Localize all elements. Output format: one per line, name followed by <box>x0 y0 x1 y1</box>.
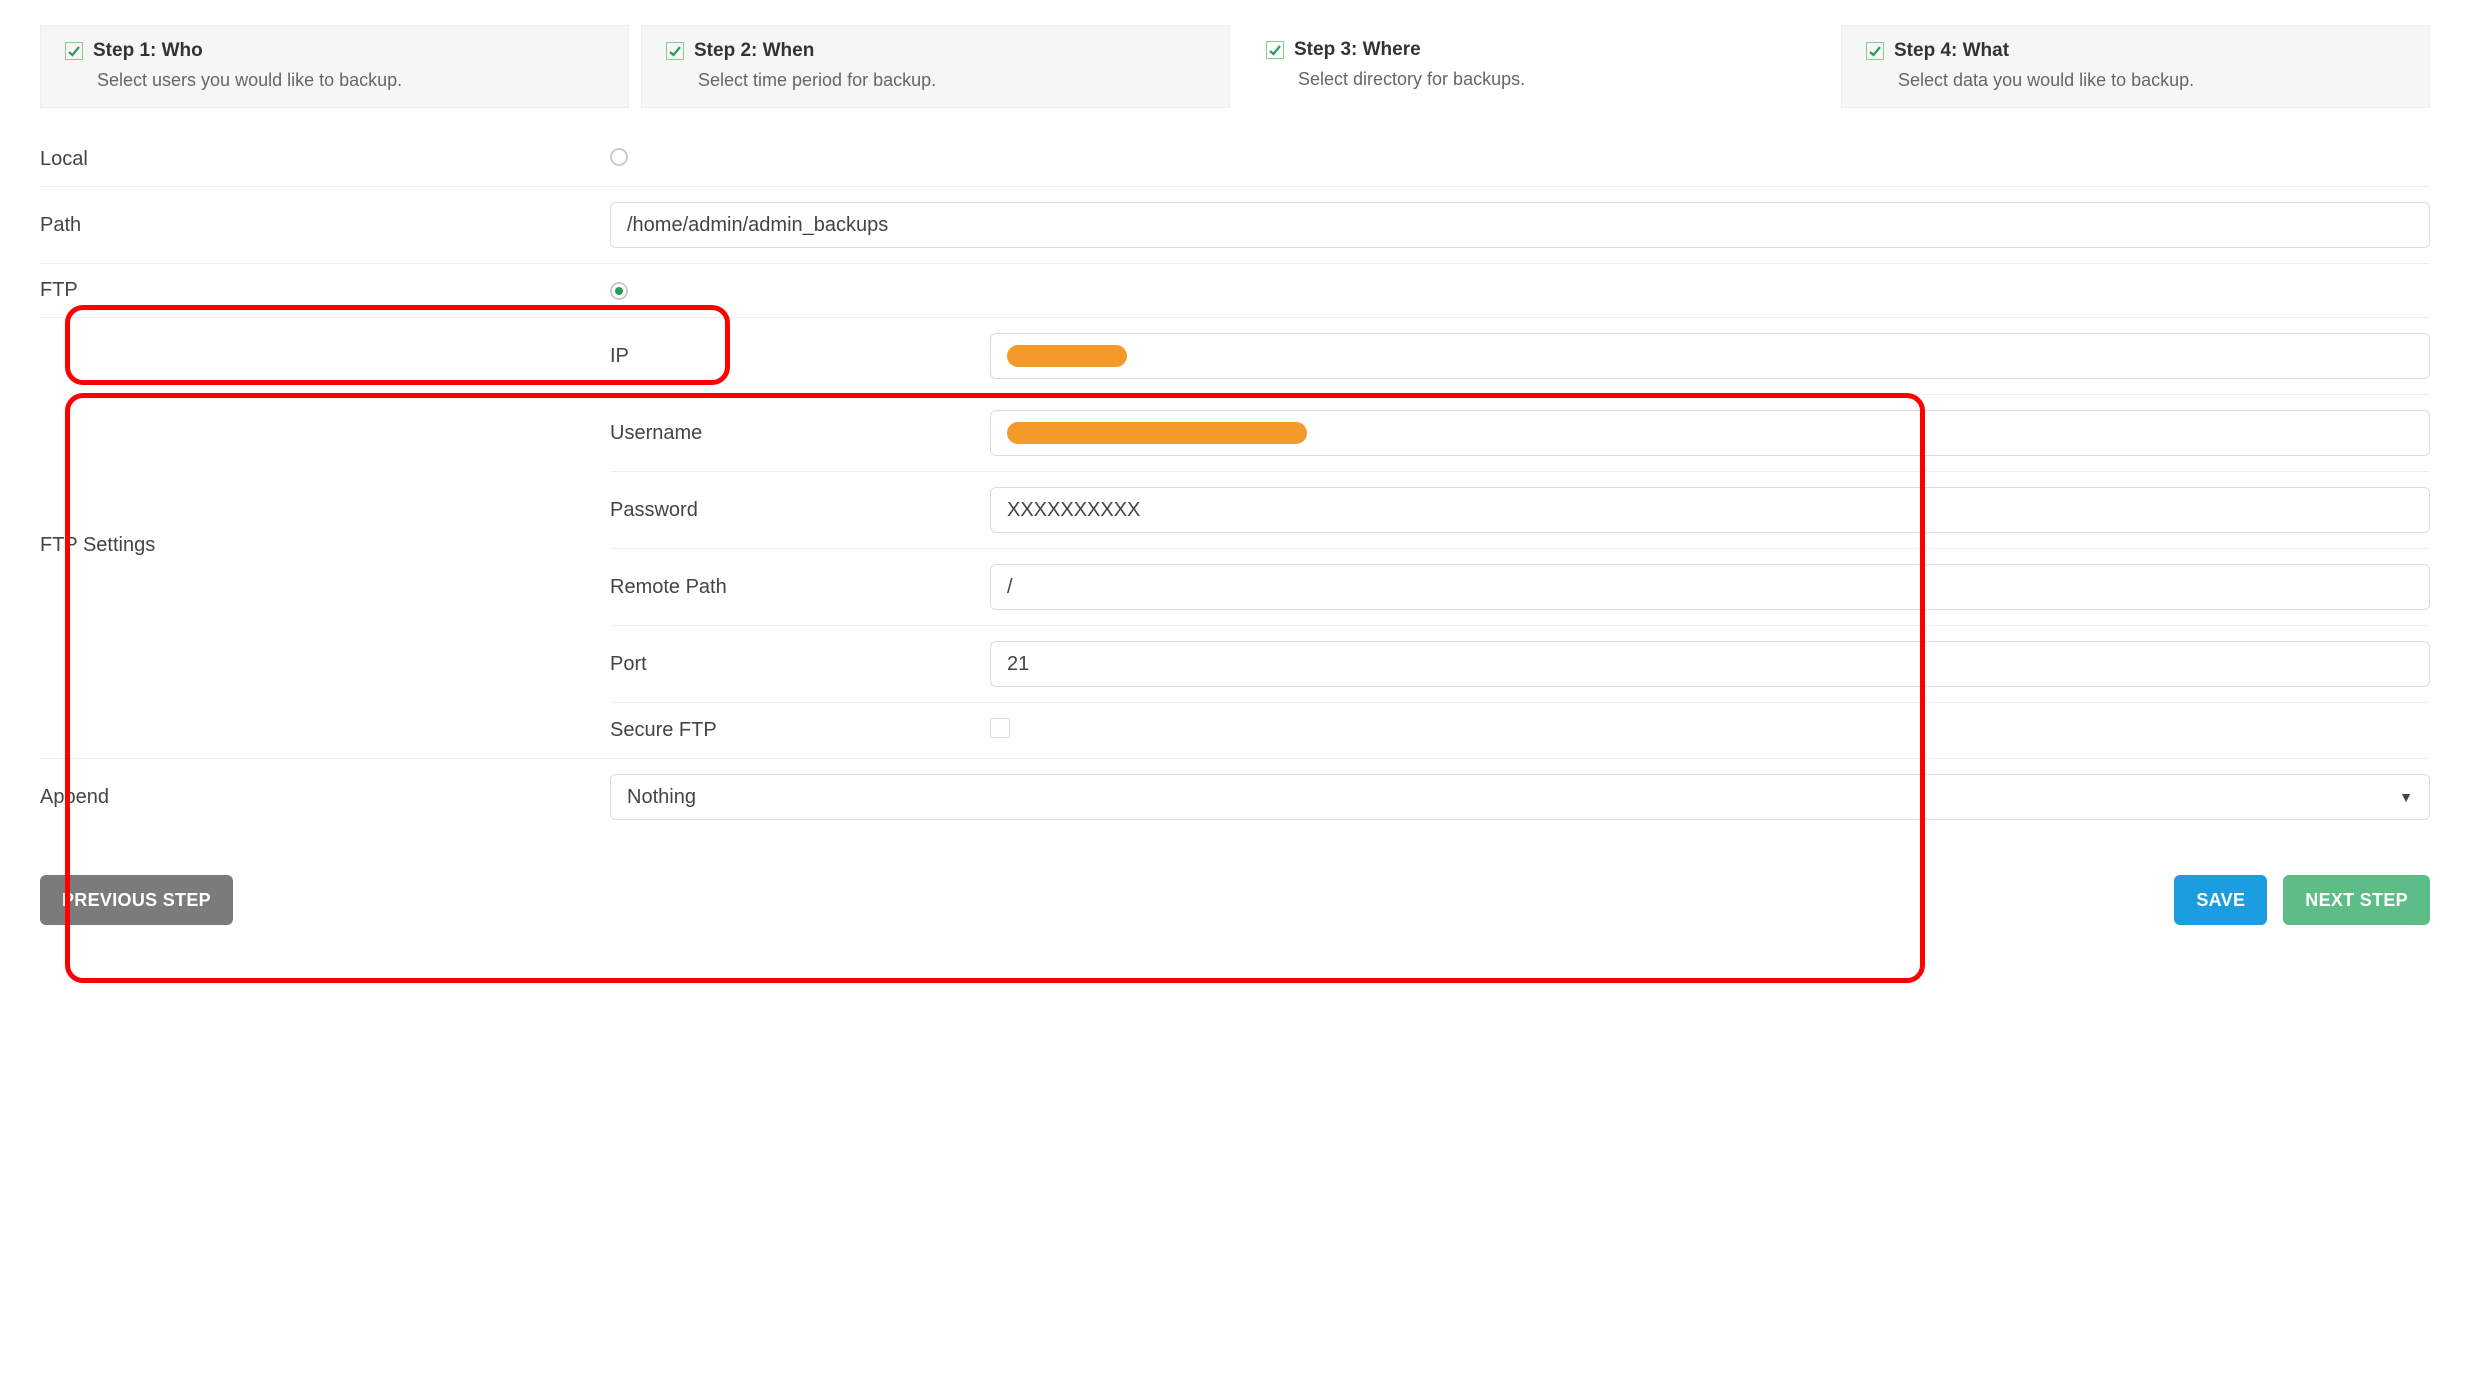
local-radio[interactable] <box>610 148 628 166</box>
chevron-down-icon: ▼ <box>2399 789 2413 805</box>
append-label: Append <box>40 786 610 809</box>
step-title: Step 3: Where <box>1294 39 1421 61</box>
step-subtitle: Select users you would like to backup. <box>97 70 604 91</box>
remote-path-input[interactable] <box>990 564 2430 610</box>
previous-step-button[interactable]: PREVIOUS STEP <box>40 875 233 925</box>
wizard-buttons: PREVIOUS STEP SAVE NEXT STEP <box>40 875 2430 925</box>
remote-path-label: Remote Path <box>610 576 990 599</box>
ftp-label: FTP <box>40 279 610 302</box>
check-icon <box>1866 42 1884 60</box>
password-input[interactable] <box>990 487 2430 533</box>
step-title: Step 1: Who <box>93 40 203 62</box>
ftp-radio[interactable] <box>610 282 628 300</box>
step-tab-who[interactable]: Step 1: Who Select users you would like … <box>40 25 629 108</box>
step-subtitle: Select data you would like to backup. <box>1898 70 2405 91</box>
append-select[interactable]: Nothing ▼ <box>610 774 2430 820</box>
append-value: Nothing <box>627 786 696 809</box>
ip-input[interactable] <box>990 333 2430 379</box>
check-icon <box>666 42 684 60</box>
step-subtitle: Select time period for backup. <box>698 70 1205 91</box>
local-label: Local <box>40 148 610 171</box>
step-title: Step 2: When <box>694 40 814 62</box>
redacted-content <box>1007 345 1127 367</box>
step-tab-where[interactable]: Step 3: Where Select directory for backu… <box>1242 25 1829 108</box>
password-label: Password <box>610 499 990 522</box>
check-icon <box>65 42 83 60</box>
destination-form: Local Path FTP FTP Settings IP <box>40 133 2430 835</box>
username-input[interactable] <box>990 410 2430 456</box>
next-step-button[interactable]: NEXT STEP <box>2283 875 2430 925</box>
port-input[interactable] <box>990 641 2430 687</box>
backup-wizard-step3: Step 1: Who Select users you would like … <box>40 25 2430 835</box>
secure-ftp-checkbox[interactable] <box>990 718 1010 738</box>
step-subtitle: Select directory for backups. <box>1298 69 1805 90</box>
step-tab-when[interactable]: Step 2: When Select time period for back… <box>641 25 1230 108</box>
step-tab-what[interactable]: Step 4: What Select data you would like … <box>1841 25 2430 108</box>
port-label: Port <box>610 653 990 676</box>
path-input[interactable] <box>610 202 2430 248</box>
check-icon <box>1266 41 1284 59</box>
save-button[interactable]: SAVE <box>2174 875 2267 925</box>
wizard-steps: Step 1: Who Select users you would like … <box>40 25 2430 108</box>
step-title: Step 4: What <box>1894 40 2009 62</box>
ip-label: IP <box>610 345 990 368</box>
secure-ftp-label: Secure FTP <box>610 719 990 742</box>
path-label: Path <box>40 214 610 237</box>
username-label: Username <box>610 422 990 445</box>
ftp-settings-label: FTP Settings <box>40 519 610 557</box>
redacted-content <box>1007 422 1307 444</box>
